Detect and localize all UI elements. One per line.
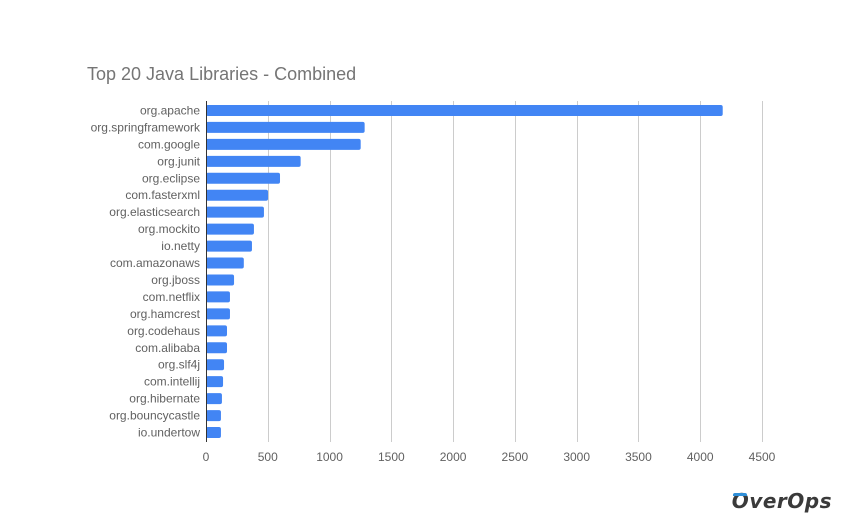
bar-org-elasticsearch bbox=[206, 206, 264, 218]
bar-com-google bbox=[206, 138, 361, 150]
logo-text: verOps bbox=[749, 489, 832, 513]
overops-logo: OverOps bbox=[732, 489, 832, 513]
category-label: com.fasterxml bbox=[125, 188, 200, 202]
bar-org-springframework bbox=[206, 121, 365, 133]
bar-com-fasterxml bbox=[206, 189, 269, 201]
bar-io-undertow bbox=[206, 427, 221, 439]
bar-org-junit bbox=[206, 155, 301, 167]
bar-org-jboss bbox=[206, 274, 235, 286]
category-labels: org.apache org.springframework com.google o… bbox=[91, 103, 201, 439]
category-label: com.intellij bbox=[144, 375, 200, 389]
category-label: com.google bbox=[138, 137, 200, 151]
x-tick-label: 3500 bbox=[625, 450, 652, 464]
x-tick-label: 0 bbox=[203, 450, 210, 464]
category-label: org.eclipse bbox=[142, 171, 200, 185]
category-label: org.slf4j bbox=[158, 358, 200, 372]
bar-org-codehaus bbox=[206, 325, 228, 337]
category-label: com.netflix bbox=[143, 290, 200, 304]
category-label: org.junit bbox=[157, 154, 200, 168]
bar-io-netty bbox=[206, 240, 252, 252]
x-tick-label: 500 bbox=[258, 450, 278, 464]
chart-title: Top 20 Java Libraries - Combined bbox=[87, 64, 356, 84]
category-label: org.mockito bbox=[138, 222, 200, 236]
bar-chart: Top 20 Java Libraries - Combined org.apa… bbox=[87, 64, 776, 464]
category-label: org.hamcrest bbox=[130, 307, 201, 321]
gridlines bbox=[268, 101, 763, 442]
category-label: com.alibaba bbox=[135, 341, 200, 355]
bar-org-apache bbox=[206, 104, 723, 116]
bar-org-bouncycastle bbox=[206, 410, 221, 422]
category-label: org.codehaus bbox=[127, 324, 200, 338]
x-tick-label: 4500 bbox=[749, 450, 776, 464]
bar-org-hamcrest bbox=[206, 308, 230, 320]
bar-org-hibernate bbox=[206, 393, 222, 405]
category-label: org.hibernate bbox=[129, 392, 200, 406]
bars bbox=[206, 104, 723, 439]
bar-com-alibaba bbox=[206, 342, 228, 354]
category-label: io.netty bbox=[161, 239, 200, 253]
bar-com-intellij bbox=[206, 376, 224, 388]
bar-org-slf4j bbox=[206, 359, 225, 371]
category-label: com.amazonaws bbox=[110, 256, 200, 270]
x-tick-label: 1000 bbox=[316, 450, 343, 464]
category-label: org.apache bbox=[140, 103, 200, 117]
bar-org-mockito bbox=[206, 223, 254, 235]
category-label: org.bouncycastle bbox=[109, 409, 200, 423]
category-label: org.jboss bbox=[151, 273, 200, 287]
bar-org-eclipse bbox=[206, 172, 281, 184]
x-tick-label: 2000 bbox=[440, 450, 467, 464]
x-tick-label: 1500 bbox=[378, 450, 405, 464]
x-tick-label: 3000 bbox=[563, 450, 590, 464]
logo-o-mark-icon: O bbox=[731, 489, 750, 513]
category-label: io.undertow bbox=[138, 426, 200, 440]
bar-com-netflix bbox=[206, 291, 230, 303]
category-label: org.elasticsearch bbox=[109, 205, 200, 219]
x-tick-label: 4000 bbox=[687, 450, 714, 464]
bar-com-amazonaws bbox=[206, 257, 244, 269]
x-tick-label: 2500 bbox=[502, 450, 529, 464]
x-tick-labels: 0 500 1000 1500 2000 2500 3000 3500 4000 4500 bbox=[203, 450, 776, 464]
category-label: org.springframework bbox=[91, 120, 201, 134]
